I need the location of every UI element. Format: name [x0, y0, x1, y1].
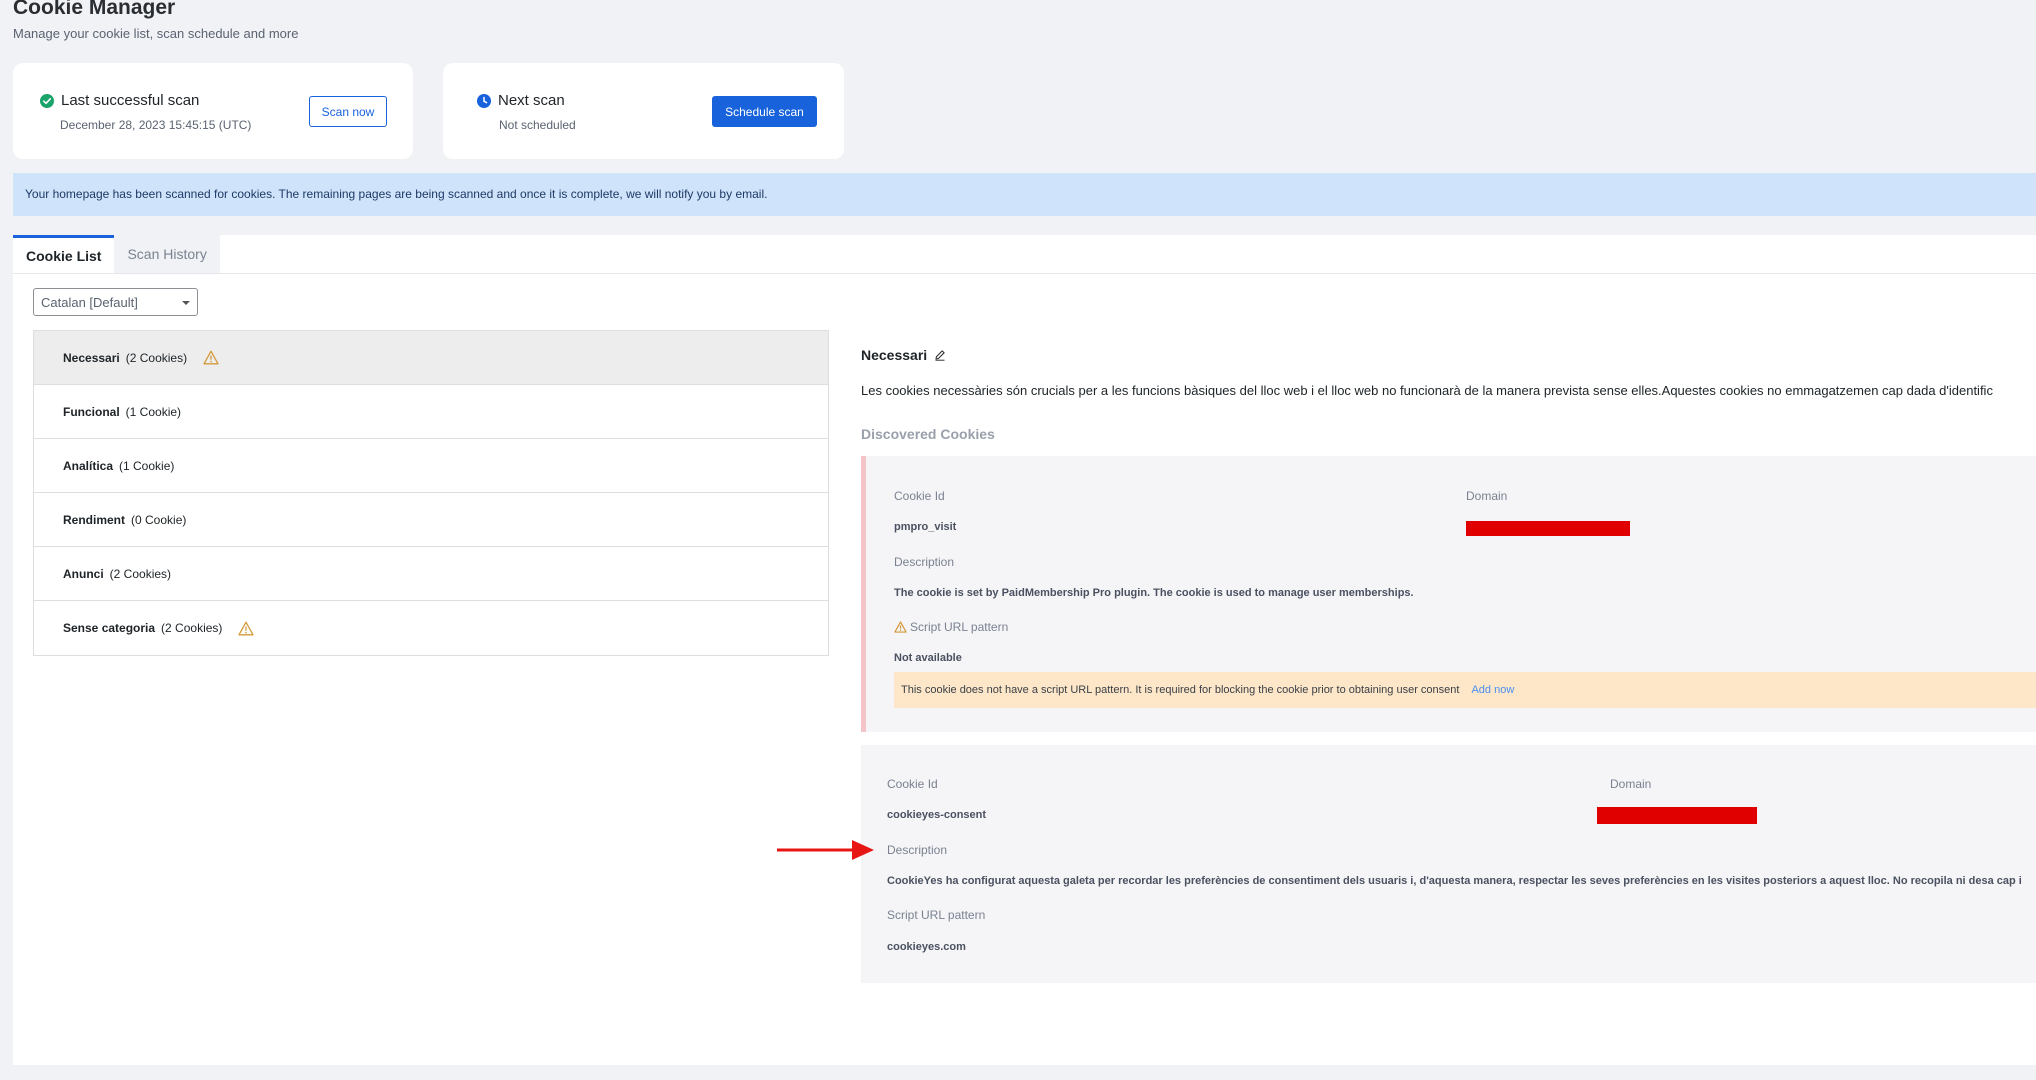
page-title: Cookie Manager	[13, 0, 176, 19]
category-count: (0 Cookie)	[131, 512, 187, 527]
redacted-domain	[1597, 807, 1757, 824]
caret-down-icon	[182, 301, 190, 305]
redacted-domain	[1466, 521, 1630, 536]
discovered-cookies-heading: Discovered Cookies	[861, 426, 995, 442]
tab-cookie-list[interactable]: Cookie List	[13, 235, 115, 273]
cookie-card-cookieyes-consent: Cookie Id Domain cookieyes-consent Descr…	[861, 745, 2036, 983]
script-url-label: Script URL pattern	[894, 620, 1008, 634]
category-item-rendiment[interactable]: Rendiment (0 Cookie)	[34, 493, 828, 547]
annotation-arrow-icon	[777, 840, 874, 860]
cookie-id-value: cookieyes-consent	[887, 809, 987, 821]
pencil-icon[interactable]	[934, 349, 946, 361]
category-name: Anunci	[63, 566, 104, 581]
category-detail-title: Necessari	[861, 347, 946, 363]
cookie-id-label: Cookie Id	[894, 489, 945, 503]
last-scan-card: Last successful scan December 28, 2023 1…	[13, 63, 413, 159]
category-item-sense-categoria[interactable]: Sense categoria (2 Cookies)	[34, 601, 828, 655]
category-name: Funcional	[63, 404, 120, 419]
next-scan-status: Not scheduled	[499, 118, 576, 132]
category-name: Necessari	[63, 350, 120, 365]
cookie-id-label: Cookie Id	[887, 777, 938, 791]
tab-scan-history[interactable]: Scan History	[114, 235, 220, 273]
description-label: Description	[887, 843, 948, 857]
category-count: (2 Cookies)	[109, 566, 172, 581]
tab-divider	[13, 273, 2036, 274]
category-detail-name: Necessari	[861, 347, 928, 363]
page-subtitle: Manage your cookie list, scan schedule a…	[13, 26, 299, 41]
warning-icon	[203, 350, 219, 365]
cookie-description: CookieYes ha configurat aquesta galeta p…	[887, 875, 2022, 887]
category-item-analitica[interactable]: Analítica (1 Cookie)	[34, 439, 828, 493]
script-url-label: Script URL pattern	[887, 908, 986, 922]
last-scan-date: December 28, 2023 15:45:15 (UTC)	[60, 118, 252, 132]
last-scan-row: Last successful scan	[40, 92, 199, 109]
check-circle-icon	[40, 93, 54, 108]
next-scan-title: Next scan	[498, 92, 565, 109]
warning-icon	[894, 621, 907, 633]
missing-script-warning-text: This cookie does not have a script URL p…	[901, 684, 1460, 696]
category-item-funcional[interactable]: Funcional (1 Cookie)	[34, 385, 828, 439]
domain-label: Domain	[1466, 489, 1508, 503]
domain-label: Domain	[1610, 777, 1652, 791]
script-url-value: Not available	[894, 652, 962, 664]
category-item-necessari[interactable]: Necessari (2 Cookies)	[34, 331, 828, 385]
category-name: Sense categoria	[63, 621, 156, 635]
cookie-id-value: pmpro_visit	[894, 521, 957, 533]
category-name: Rendiment	[63, 512, 126, 527]
cookie-description: The cookie is set by PaidMembership Pro …	[894, 587, 1414, 599]
next-scan-row: Next scan	[477, 92, 565, 109]
category-item-anunci[interactable]: Anunci (2 Cookies)	[34, 547, 828, 601]
category-count: (1 Cookie)	[119, 458, 175, 473]
add-now-link[interactable]: Add now	[1471, 684, 1514, 696]
missing-script-warning: This cookie does not have a script URL p…	[894, 672, 2036, 708]
cookie-card-pmpro-visit: Cookie Id Domain pmpro_visit Description…	[861, 456, 2036, 732]
script-url-value: cookieyes.com	[887, 941, 966, 953]
language-select[interactable]: Catalan [Default]	[33, 288, 198, 316]
category-count: (2 Cookies)	[161, 621, 223, 635]
category-name: Analítica	[63, 458, 114, 473]
language-select-value: Catalan [Default]	[41, 295, 138, 310]
category-list: Necessari (2 Cookies) Funcional (1 Cooki…	[33, 330, 829, 656]
description-label: Description	[894, 555, 955, 569]
next-scan-card: Next scan Not scheduled Schedule scan	[443, 63, 844, 159]
scan-now-button[interactable]: Scan now	[309, 96, 387, 127]
category-count: (1 Cookie)	[125, 404, 182, 419]
script-url-label-text: Script URL pattern	[910, 620, 1009, 634]
schedule-scan-button[interactable]: Schedule scan	[712, 96, 817, 127]
cookie-list-panel: Cookie List Scan History Catalan [Defaul…	[13, 235, 2036, 1065]
last-scan-title: Last successful scan	[61, 92, 200, 109]
category-detail-description: Les cookies necessàries són crucials per…	[861, 383, 1993, 398]
tab-bar: Cookie List Scan History	[13, 235, 220, 273]
scan-notice-banner: Your homepage has been scanned for cooki…	[13, 173, 2036, 216]
clock-icon	[477, 93, 491, 108]
category-count: (2 Cookies)	[125, 350, 188, 365]
warning-icon	[238, 621, 255, 635]
